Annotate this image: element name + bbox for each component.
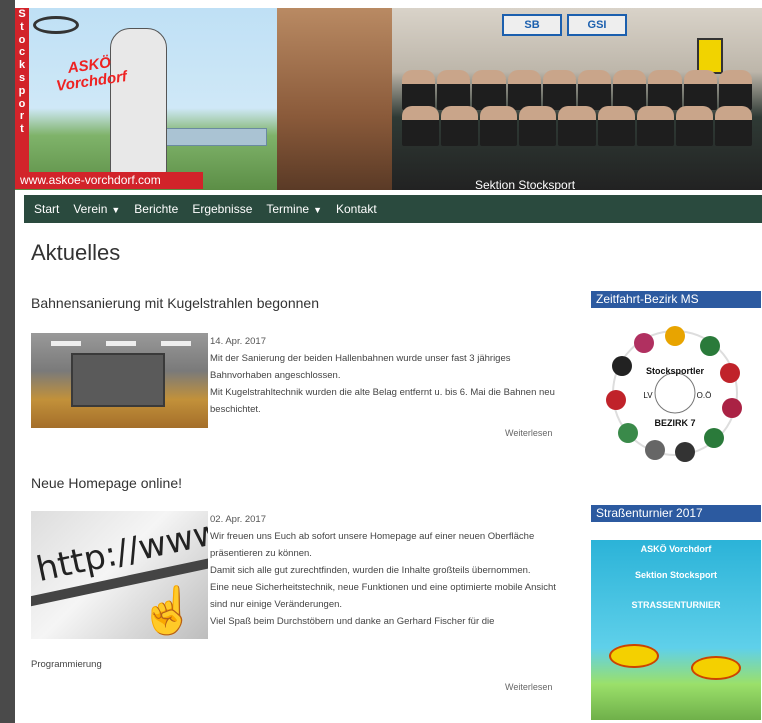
badge-left-text: LV (643, 391, 653, 400)
article-date: 14. Apr. 2017 (210, 336, 266, 347)
article-thumbnail-http-www[interactable]: http://www ☝ (31, 511, 208, 639)
nav-item-verein[interactable]: Verein ▼ (73, 202, 120, 216)
article-paragraph-overflow: Programmierung (31, 659, 102, 670)
read-more-link[interactable]: Weiterlesen (505, 682, 552, 692)
banner-middle-image (277, 8, 392, 190)
site-url-label: www.askoe-vorchdorf.com (15, 172, 203, 189)
read-more-link[interactable]: Weiterlesen (505, 428, 552, 438)
article-paragraph: Wir freuen uns Euch ab sofort unsere Hom… (210, 531, 535, 559)
pointer-hand-icon: ☝ (139, 584, 197, 636)
main-nav: Start Verein ▼ Berichte Ergebnisse Termin… (24, 195, 762, 223)
nav-item-ergebnisse[interactable]: Ergebnisse (192, 202, 252, 216)
article-paragraph: Eine neue Sicherheitstechnik, neue Funkt… (210, 582, 556, 610)
poster-line: STRASSENTURNIER (631, 600, 721, 610)
sponsor-flag-icon (697, 38, 723, 74)
banner-player-figure (110, 28, 167, 175)
poster-line: ASKÖ Vorchdorf (640, 544, 712, 554)
article-paragraph: Damit sich alle gut zurechtfinden, wurde… (210, 565, 531, 576)
caret-down-icon: ▼ (111, 205, 121, 215)
poster-line: Sektion Stocksport (634, 570, 717, 580)
article-paragraph: Mit Kugelstrahltechnik wurden die alte B… (210, 387, 555, 415)
section-caption: Sektion Stocksport (475, 178, 576, 192)
article-body: 02. Apr. 2017 Wir freuen uns Euch ab sof… (210, 511, 565, 630)
team-row-front (402, 106, 752, 146)
article-date: 02. Apr. 2017 (210, 514, 266, 525)
page-title: Aktuelles (31, 240, 121, 265)
sidebar-widget-title: Straßenturnier 2017 (591, 505, 761, 522)
article-title[interactable]: Neue Homepage online! (31, 475, 182, 491)
nav-item-termine[interactable]: Termine ▼ (266, 202, 322, 216)
vertical-stocksport-text: Stocksport (15, 8, 29, 188)
badge-right-text: O.Ö (697, 391, 712, 400)
badge-bottom-text: BEZIRK 7 (654, 418, 695, 428)
caret-down-icon: ▼ (313, 205, 322, 215)
poster-graphic (691, 656, 741, 680)
article-title[interactable]: Bahnensanierung mit Kugelstrahlen begonn… (31, 295, 319, 311)
banner-stock-icon (33, 16, 79, 34)
banner-team-photo: SB GSI (392, 8, 762, 190)
banner-fence (165, 128, 267, 146)
header-banner[interactable]: ASKÖ Vorchdorf Stocksport www.askoe-vorc… (15, 8, 762, 192)
sponsor-logo-gsi: GSI (567, 14, 627, 36)
team-row-back (402, 70, 753, 110)
poster-graphic (609, 644, 659, 668)
tournament-poster[interactable]: ASKÖ Vorchdorf Sektion Stocksport STRASS… (591, 540, 761, 720)
article-thumbnail-bowling-hall[interactable] (31, 333, 208, 428)
banner-left-image: ASKÖ Vorchdorf Stocksport www.askoe-vorc… (15, 8, 277, 190)
nav-item-kontakt[interactable]: Kontakt (336, 202, 377, 216)
article-paragraph: Mit der Sanierung der beiden Hallenbahne… (210, 353, 511, 381)
page: ASKÖ Vorchdorf Stocksport www.askoe-vorc… (15, 0, 762, 723)
badge-top-text: Stocksportler (646, 366, 705, 376)
sidebar-widget-title: Zeitfahrt-Bezirk MS (591, 291, 761, 308)
nav-item-start[interactable]: Start (34, 202, 59, 216)
article-body: 14. Apr. 2017 Mit der Sanierung der beid… (210, 333, 565, 418)
bezirk-badge-logo[interactable]: Stocksportler LV O.Ö BEZIRK 7 (600, 318, 750, 468)
nav-item-berichte[interactable]: Berichte (134, 202, 178, 216)
sponsor-logo-sb: SB (502, 14, 562, 36)
article-paragraph: Viel Spaß beim Durchstöbern und danke an… (210, 616, 495, 627)
